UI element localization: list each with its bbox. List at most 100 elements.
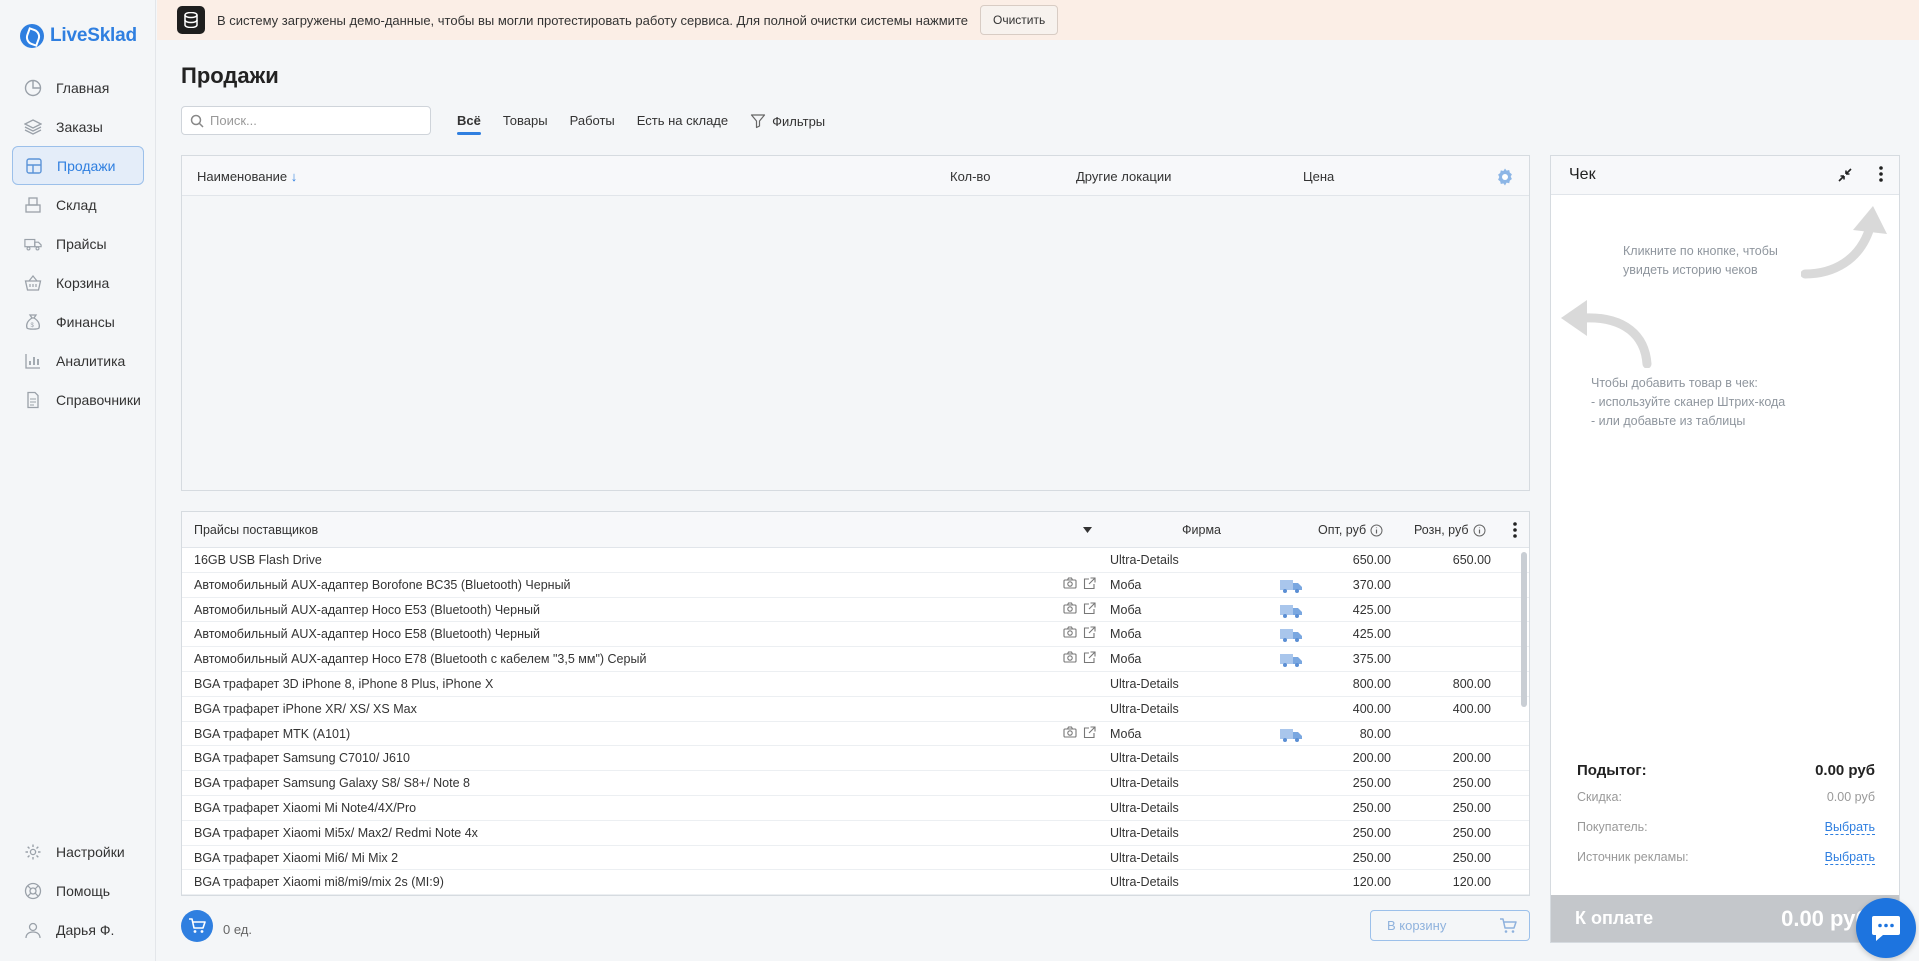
logo-text: LiveSklad	[50, 25, 137, 46]
document-icon	[24, 391, 42, 409]
opt-price: 250.00	[1352, 850, 1391, 865]
discount-label: Скидка:	[1577, 790, 1622, 804]
chart-icon	[24, 352, 42, 370]
table-row[interactable]: Автомобильный AUX-адаптер Hoco E53 (Blue…	[182, 598, 1529, 623]
rozn-price: 250.00	[1452, 800, 1491, 815]
sidebar-item-label: Склад	[56, 196, 97, 213]
sidebar-item-gear[interactable]: Настройки	[12, 832, 144, 871]
external-link-icon[interactable]	[1083, 626, 1096, 639]
table-row[interactable]: BGA трафарет Samsung Galaxy S8/ S8+/ Not…	[182, 771, 1529, 796]
sidebar-item-layers[interactable]: Заказы	[12, 107, 144, 146]
sort-down-icon: ↓	[290, 169, 298, 184]
help-icon	[24, 882, 42, 900]
more-menu-icon[interactable]	[1513, 521, 1517, 539]
camera-icon[interactable]	[1063, 726, 1077, 738]
select-buyer-link[interactable]: Выбрать	[1824, 820, 1875, 835]
tab-all[interactable]: Всё	[457, 113, 481, 135]
dropdown-caret-icon[interactable]	[1083, 527, 1092, 533]
opt-price: 200.00	[1352, 751, 1391, 766]
money-bag-icon: $	[24, 313, 42, 331]
table-row[interactable]: BGA трафарет Xiaomi mi8/mi9/mix 2s (MI:9…	[182, 870, 1529, 895]
sidebar: LiveSklad Главная Заказы Продажи Склад Прайс…	[0, 0, 156, 961]
sidebar-item-chart[interactable]: Аналитика	[12, 341, 144, 380]
table-row[interactable]: Автомобильный AUX-адаптер Hoco E78 (Blue…	[182, 647, 1529, 672]
sidebar-item-label: Финансы	[56, 313, 115, 330]
column-supplier-name-header: Прайсы поставщиков	[194, 523, 319, 537]
camera-icon[interactable]	[1063, 651, 1077, 663]
delivery-truck-icon	[1279, 627, 1303, 646]
tab-in-stock[interactable]: Есть на складе	[637, 113, 728, 135]
table-row[interactable]: BGA трафарет Samsung C7010/ J610 Ultra-De…	[182, 746, 1529, 772]
external-link-icon[interactable]	[1083, 602, 1096, 615]
filters-button[interactable]: Фильтры	[750, 113, 825, 135]
opt-price: 370.00	[1352, 577, 1391, 592]
table-row[interactable]: BGA трафарет 3D iPhone 8, iPhone 8 Plus,…	[182, 672, 1529, 697]
table-row[interactable]: Автомобильный AUX-адаптер Hoco E58 (Blue…	[182, 622, 1529, 648]
search-box[interactable]	[181, 106, 431, 135]
column-name-header[interactable]: Наименование ↓	[197, 169, 297, 184]
sidebar-item-warehouse[interactable]: Склад	[12, 185, 144, 224]
chat-button[interactable]	[1856, 898, 1916, 958]
info-icon[interactable]	[1370, 524, 1383, 537]
receipt-header: Чек	[1551, 156, 1899, 195]
product-name: BGA трафарет Samsung Galaxy S8/ S8+/ Not…	[194, 776, 470, 791]
receipt-history-menu-icon[interactable]	[1879, 165, 1883, 183]
sidebar-item-user[interactable]: Дарья Ф.	[12, 910, 144, 949]
search-input[interactable]	[210, 113, 410, 128]
column-locations-header: Другие локации	[1076, 169, 1172, 184]
firm-name: Моба	[1110, 602, 1142, 617]
table-row[interactable]: 16GB USB Flash Drive Ultra-Details 650.00 6…	[182, 548, 1529, 573]
sidebar-item-truck[interactable]: Прайсы	[12, 224, 144, 263]
sidebar-item-basket[interactable]: Корзина	[12, 263, 144, 302]
external-link-icon[interactable]	[1083, 651, 1096, 664]
table-row[interactable]: BGA трафарет iPhone XR/ XS/ XS Max Ultra-…	[182, 697, 1529, 722]
clear-demo-button[interactable]: Очистить	[979, 5, 1059, 35]
tab-goods[interactable]: Товары	[503, 113, 548, 135]
page-title: Продажи	[181, 63, 279, 88]
column-qty-header: Кол-во	[950, 169, 991, 184]
sidebar-item-sales[interactable]: Продажи	[12, 146, 144, 185]
sidebar-item-document[interactable]: Справочники	[12, 380, 144, 419]
receipt-panel: Чек Кликните по кнопке, чтобы увидеть ис…	[1550, 155, 1900, 943]
collapse-icon[interactable]	[1837, 167, 1853, 183]
add-to-cart-button[interactable]: В корзину	[1370, 910, 1530, 941]
external-link-icon[interactable]	[1083, 726, 1096, 739]
demo-banner: В систему загружены демо-данные, чтобы в…	[157, 0, 1919, 40]
table-row[interactable]: Автомобильный AUX-адаптер Borofone BC35 …	[182, 573, 1529, 598]
sidebar-item-help[interactable]: Помощь	[12, 871, 144, 910]
table-row[interactable]: BGA трафарет MTK (A101) Моба 80.00	[182, 722, 1529, 747]
camera-icon[interactable]	[1063, 577, 1077, 589]
tab-works[interactable]: Работы	[570, 113, 615, 135]
info-icon[interactable]	[1473, 524, 1486, 537]
cart-badge[interactable]	[181, 910, 213, 942]
select-ad-source-link[interactable]: Выбрать	[1824, 850, 1875, 865]
sidebar-item-dashboard[interactable]: Главная	[12, 68, 144, 107]
layers-icon	[24, 118, 42, 136]
curved-arrow-up-icon	[1801, 206, 1887, 279]
logo[interactable]: LiveSklad	[20, 24, 137, 48]
curved-arrow-left-icon	[1561, 300, 1652, 368]
discount-value: 0.00 руб	[1826, 790, 1875, 804]
discount-row: Скидка: 0.00 руб	[1577, 790, 1875, 804]
delivery-truck-icon	[1279, 603, 1303, 622]
camera-icon[interactable]	[1063, 626, 1077, 638]
row-actions	[1063, 651, 1096, 664]
table-settings-gear-icon[interactable]	[1495, 167, 1515, 187]
sidebar-item-label: Главная	[56, 79, 110, 96]
pay-button[interactable]: К оплате 0.00 руб	[1551, 895, 1899, 942]
camera-icon[interactable]	[1063, 602, 1077, 614]
svg-text:$: $	[31, 323, 35, 329]
opt-price: 120.00	[1352, 875, 1391, 890]
external-link-icon[interactable]	[1083, 577, 1096, 590]
sidebar-item-money-bag[interactable]: $ Финансы	[12, 302, 144, 341]
column-firm-header: Фирма	[1182, 523, 1221, 537]
sidebar-item-label: Заказы	[56, 118, 103, 135]
opt-price: 80.00	[1359, 726, 1391, 741]
table-row[interactable]: BGA трафарет Xiaomi Mi Note4/4X/Pro Ultra…	[182, 796, 1529, 821]
table-row[interactable]: BGA трафарет Xiaomi Mi5x/ Max2/ Redmi No…	[182, 821, 1529, 846]
opt-price: 250.00	[1352, 825, 1391, 840]
firm-name: Ultra-Details	[1110, 553, 1179, 567]
table-row[interactable]: BGA трафарет Xiaomi Mi6/ Mi Mix 2 Ultra-D…	[182, 846, 1529, 871]
rozn-price: 250.00	[1452, 850, 1491, 865]
table-scrollbar[interactable]	[1521, 552, 1527, 707]
